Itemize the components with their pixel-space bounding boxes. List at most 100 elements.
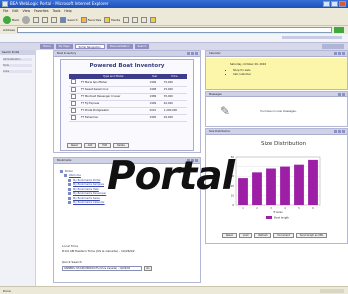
search-icon bbox=[60, 17, 67, 23]
boat-year: 1998 bbox=[147, 86, 162, 94]
local-time-section: Local Time 8:04 AM Eastern Time (US & Ca… bbox=[62, 244, 135, 253]
media-label: Media bbox=[111, 18, 121, 22]
inventory-panel: Powered Boat Inventory Type and Model Ye… bbox=[60, 59, 194, 151]
stop-icon[interactable] bbox=[33, 17, 40, 23]
local-time-label: Local Time bbox=[62, 244, 79, 248]
home-icon[interactable] bbox=[51, 17, 58, 23]
tab-home[interactable]: Home bbox=[40, 44, 54, 49]
chart-reset-button[interactable]: Reset bbox=[222, 233, 237, 238]
edit-icon[interactable] bbox=[334, 52, 337, 55]
calendar-portlet: Calendar Saturday, October 26, 2002 Shop… bbox=[205, 50, 348, 90]
close-icon[interactable] bbox=[342, 93, 345, 96]
history-icon[interactable] bbox=[123, 17, 130, 23]
tree-item[interactable]: My Bookmarks Calendar bbox=[60, 201, 106, 206]
browser-icon bbox=[2, 1, 8, 7]
row-checkbox[interactable] bbox=[71, 93, 76, 99]
chart-load-button[interactable]: Load bbox=[238, 233, 253, 238]
inventory-table: Type and Model Year Price FT Marie Sport… bbox=[69, 74, 187, 122]
row-checkbox[interactable] bbox=[71, 79, 76, 85]
bar bbox=[266, 168, 276, 205]
edit-button[interactable]: Edit bbox=[98, 143, 111, 148]
tree-item-label: My Bookmarks Calendar bbox=[73, 201, 105, 205]
chart-refresh-button[interactable]: Refresh bbox=[254, 233, 272, 238]
portlet-title: Boat Inventory bbox=[57, 52, 77, 55]
tab-search[interactable]: Search bbox=[134, 44, 150, 49]
add-button[interactable]: Add bbox=[83, 143, 97, 148]
row-checkbox[interactable] bbox=[71, 107, 76, 113]
send-graph-xml-button[interactable]: Send Graph as XML bbox=[295, 233, 328, 238]
bar bbox=[294, 164, 304, 205]
portal-brand-bar bbox=[282, 36, 342, 39]
x-tick-label: 5 bbox=[298, 207, 300, 210]
menu-edit[interactable]: Edit bbox=[12, 8, 18, 15]
tab-personalization[interactable]: Personalization bbox=[106, 44, 133, 49]
x-tick-label: 6 bbox=[312, 207, 314, 210]
row-checkbox[interactable] bbox=[71, 86, 76, 92]
edit-icon[interactable] bbox=[187, 52, 190, 55]
folder-icon bbox=[64, 174, 67, 178]
calendar-date: Saturday, October 26, 2002 bbox=[230, 63, 267, 66]
menu-favorites[interactable]: Favorites bbox=[34, 8, 48, 15]
minimize-icon[interactable] bbox=[191, 52, 194, 55]
quick-search-row: OWNERS: 87/168 PRODUCTS (US & Canada) - … bbox=[62, 266, 152, 271]
boat-year: 2001 bbox=[147, 107, 162, 115]
close-icon[interactable] bbox=[339, 1, 346, 7]
menu-tools[interactable]: Tools bbox=[53, 8, 61, 15]
row-checkbox[interactable] bbox=[71, 100, 76, 106]
y-tick-label: 0 bbox=[232, 203, 234, 207]
boat-price: 35,000 bbox=[161, 93, 187, 101]
back-arrow-icon bbox=[3, 16, 11, 24]
portlet-controls bbox=[187, 52, 198, 55]
chart-document-button[interactable]: Document bbox=[273, 233, 294, 238]
menu-view[interactable]: View bbox=[23, 8, 31, 15]
calendar-item: Call customer bbox=[233, 73, 347, 76]
address-label: Address bbox=[3, 28, 15, 32]
page-icon bbox=[68, 196, 71, 200]
maximize-icon[interactable] bbox=[331, 1, 338, 7]
reset-button[interactable]: Reset bbox=[67, 143, 82, 148]
menu-help[interactable]: Help bbox=[64, 8, 71, 15]
portlet-controls bbox=[334, 52, 345, 55]
menu-file[interactable]: File bbox=[3, 8, 8, 15]
boat-year: 1999 bbox=[147, 79, 162, 87]
edit-icon[interactable] bbox=[334, 130, 337, 133]
address-bar: Address bbox=[0, 26, 348, 34]
portal-header bbox=[0, 34, 348, 43]
delete-button[interactable]: Delete bbox=[112, 143, 129, 148]
media-button[interactable]: Media bbox=[104, 17, 120, 23]
sidebar-item-administration[interactable]: Administration bbox=[3, 58, 32, 61]
minimize-icon[interactable] bbox=[323, 1, 330, 7]
sidebar-item-tools[interactable]: Tools bbox=[3, 64, 32, 67]
mail-icon[interactable] bbox=[132, 17, 139, 23]
window-title-bar: BEA WebLogic Portal - Microsoft Internet… bbox=[0, 0, 348, 8]
minimize-icon[interactable] bbox=[338, 52, 341, 55]
folder-icon[interactable] bbox=[150, 17, 157, 23]
tab-portal-navigation[interactable]: Portal Navigation bbox=[74, 44, 105, 49]
chart-buttons: Reset Load Refresh Document Send Graph a… bbox=[222, 233, 328, 238]
forward-arrow-icon[interactable] bbox=[22, 16, 31, 24]
quick-search-section: Quick Search OWNERS: 87/168 PRODUCTS (US… bbox=[62, 260, 152, 271]
boat-model: FT Pirate Bridgewater bbox=[79, 107, 148, 115]
portlet-title: Calendar bbox=[209, 52, 221, 55]
minimize-icon[interactable] bbox=[338, 130, 341, 133]
quick-search-go-button[interactable]: Go bbox=[144, 266, 152, 271]
close-icon[interactable] bbox=[342, 130, 345, 133]
nav-right-links[interactable] bbox=[322, 44, 344, 49]
address-input[interactable] bbox=[16, 27, 332, 33]
back-button[interactable]: Back bbox=[3, 16, 19, 24]
boat-model: FT Fisherman bbox=[79, 114, 148, 122]
print-icon[interactable] bbox=[141, 17, 148, 23]
refresh-icon[interactable] bbox=[42, 17, 49, 23]
minimize-icon[interactable] bbox=[338, 93, 341, 96]
search-button[interactable]: Search bbox=[60, 17, 78, 23]
go-button[interactable] bbox=[334, 27, 344, 33]
messages-text: You have no new messages. bbox=[260, 110, 297, 113]
tab-my-page[interactable]: My Page bbox=[55, 44, 73, 49]
close-icon[interactable] bbox=[195, 52, 198, 55]
close-icon[interactable] bbox=[342, 52, 345, 55]
row-checkbox[interactable] bbox=[71, 114, 76, 120]
favorites-button[interactable]: Favorites bbox=[80, 17, 101, 23]
quick-search-input[interactable]: OWNERS: 87/168 PRODUCTS (US & Canada) - … bbox=[62, 266, 142, 271]
boat-price: 20,000 bbox=[161, 114, 187, 122]
sidebar-item-links[interactable]: Links bbox=[3, 70, 32, 73]
